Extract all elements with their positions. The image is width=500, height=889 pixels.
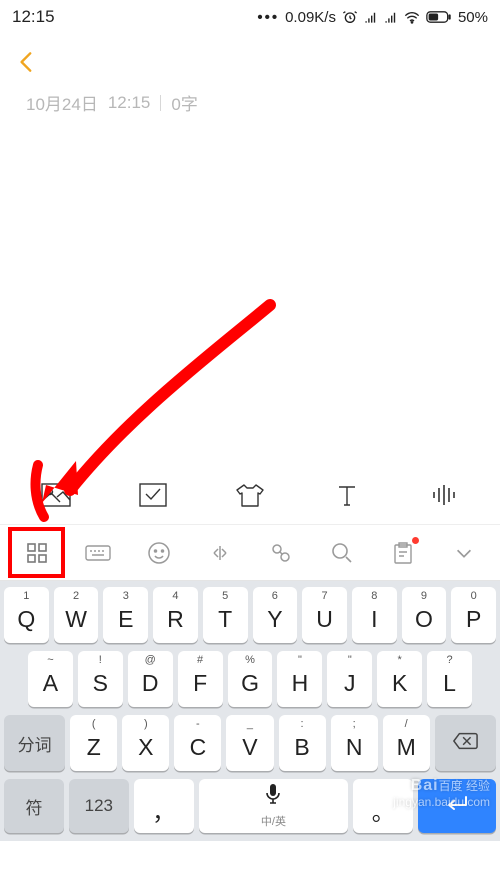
text-icon[interactable] <box>327 475 367 515</box>
ime-cursor-button[interactable] <box>189 525 250 580</box>
keyboard-row-2: ~A!S@D#F%G"H"J*K?L <box>4 651 496 707</box>
keyboard-row-3: 分词 (Z)X-C_V:B;N/M <box>4 715 496 771</box>
back-icon[interactable] <box>14 49 40 75</box>
key-A[interactable]: ~A <box>28 651 73 707</box>
alarm-icon <box>342 9 358 25</box>
key-W[interactable]: 2W <box>54 587 99 643</box>
ime-collapse-button[interactable] <box>433 525 494 580</box>
key-K[interactable]: *K <box>377 651 422 707</box>
net-speed: 0.09K/s <box>285 9 336 26</box>
key-S[interactable]: !S <box>78 651 123 707</box>
key-H[interactable]: "H <box>277 651 322 707</box>
keyboard-row-4: 符 123 ， 中/英 。 <box>4 779 496 833</box>
space-label: 中/英 <box>261 813 286 829</box>
note-editor[interactable] <box>0 115 500 465</box>
key-Z[interactable]: (Z <box>70 715 117 771</box>
notification-dot-icon <box>412 537 419 544</box>
note-date: 10月24日 <box>26 90 98 115</box>
voice-wave-icon[interactable] <box>424 475 464 515</box>
key-L[interactable]: ?L <box>427 651 472 707</box>
wifi-icon <box>404 10 420 24</box>
symbol-key[interactable]: 符 <box>4 779 64 833</box>
key-X[interactable]: )X <box>122 715 169 771</box>
clipboard-icon <box>392 541 414 565</box>
key-B[interactable]: :B <box>279 715 326 771</box>
ime-emoji-button[interactable] <box>128 525 189 580</box>
signal-icon <box>364 10 378 24</box>
space-key[interactable]: 中/英 <box>199 779 349 833</box>
ime-toolbar <box>0 525 500 581</box>
key-T[interactable]: 5T <box>203 587 248 643</box>
status-indicators: ••• 0.09K/s 50% <box>257 9 488 26</box>
emoji-icon <box>147 541 171 565</box>
link-icon <box>269 541 293 565</box>
note-meta: 10月24日 12:15 0字 <box>0 90 500 115</box>
key-V[interactable]: _V <box>226 715 273 771</box>
keyboard-row-1: 1Q2W3E4R5T6Y7U8I9O0P <box>4 587 496 643</box>
enter-icon <box>444 793 470 820</box>
note-time: 12:15 <box>108 93 151 113</box>
key-R[interactable]: 4R <box>153 587 198 643</box>
battery-icon <box>426 10 452 24</box>
key-F[interactable]: #F <box>178 651 223 707</box>
signal2-icon <box>384 10 398 24</box>
key-P[interactable]: 0P <box>451 587 496 643</box>
ime-clipboard-button[interactable] <box>372 525 433 580</box>
header <box>0 34 500 90</box>
status-bar: 12:15 ••• 0.09K/s 50% <box>0 0 500 34</box>
key-U[interactable]: 7U <box>302 587 347 643</box>
enter-key[interactable] <box>418 779 496 833</box>
keyboard-icon <box>85 543 111 563</box>
key-Y[interactable]: 6Y <box>253 587 298 643</box>
search-icon <box>330 541 354 565</box>
key-J[interactable]: "J <box>327 651 372 707</box>
key-D[interactable]: @D <box>128 651 173 707</box>
mic-icon <box>264 783 282 811</box>
comma-key[interactable]: ， <box>134 779 194 833</box>
number-key[interactable]: 123 <box>69 779 129 833</box>
backspace-key[interactable] <box>435 715 496 771</box>
key-I[interactable]: 8I <box>352 587 397 643</box>
backspace-icon <box>452 731 478 756</box>
key-E[interactable]: 3E <box>103 587 148 643</box>
battery-percent: 50% <box>458 9 488 26</box>
grid-icon <box>25 541 49 565</box>
word-count: 0字 <box>171 90 197 115</box>
cursor-icon <box>208 541 232 565</box>
key-C[interactable]: -C <box>174 715 221 771</box>
image-icon[interactable] <box>36 475 76 515</box>
key-Q[interactable]: 1Q <box>4 587 49 643</box>
soft-keyboard: 1Q2W3E4R5T6Y7U8I9O0P ~A!S@D#F%G"H"J*K?L … <box>0 581 500 841</box>
more-dots-icon: ••• <box>257 9 279 26</box>
ime-keyboard-button[interactable] <box>67 525 128 580</box>
key-G[interactable]: %G <box>228 651 273 707</box>
ime-link-button[interactable] <box>250 525 311 580</box>
checklist-icon[interactable] <box>133 475 173 515</box>
key-M[interactable]: /M <box>383 715 430 771</box>
ime-grid-button[interactable] <box>6 525 67 580</box>
key-O[interactable]: 9O <box>402 587 447 643</box>
key-N[interactable]: ;N <box>331 715 378 771</box>
clock: 12:15 <box>12 7 55 27</box>
chevron-down-icon <box>453 542 475 564</box>
period-key[interactable]: 。 <box>353 779 413 833</box>
meta-divider <box>160 95 161 111</box>
shirt-icon[interactable] <box>230 475 270 515</box>
ime-search-button[interactable] <box>311 525 372 580</box>
feature-bar <box>0 465 500 525</box>
fenci-key[interactable]: 分词 <box>4 715 65 771</box>
